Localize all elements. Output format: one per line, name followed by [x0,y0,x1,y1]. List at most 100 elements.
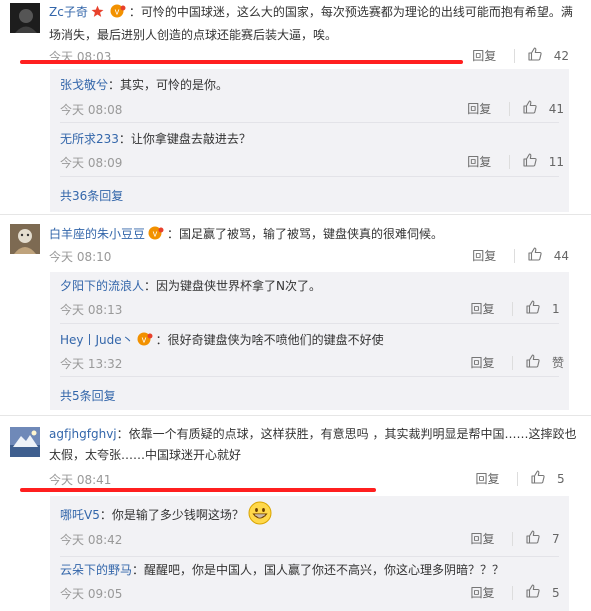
red-highlight-line [20,488,376,492]
reply-divider [60,376,559,377]
avatar-image [10,427,40,457]
like-count: 11 [548,154,564,169]
reply-meta: 今天 08:09 回复 11 [60,151,564,173]
comment-time: 今天 08:41 [49,473,112,487]
reply-meta: 今天 09:05 回复 5 [60,582,564,604]
like-count: 41 [548,101,564,116]
username-link[interactable]: 夕阳下的流浪人 [60,279,144,293]
reply-meta: 今天 13:32 回复 赞 [60,352,564,374]
reply-button[interactable]: 回复 [472,247,496,264]
reply-time: 今天 08:08 [60,103,123,117]
comment-body: ：国足赢了被骂，输了被骂，键盘侠真的很难伺候。 [167,227,444,241]
reply-time: 今天 08:09 [60,156,123,170]
username-link[interactable]: Zc子奇 [49,5,88,19]
thumbs-up-icon[interactable] [526,530,540,547]
reply-button[interactable]: 回复 [470,354,494,371]
divider [512,531,514,546]
reply-thread: 张戈敬兮：其实，可怜的是你。 今天 08:08 回复 41 无所求233：让你拿… [50,69,569,212]
reply-thread: 夕阳下的流浪人：因为键盘侠世界杯拿了N次了。 今天 08:13 回复 1 Hey… [50,272,569,410]
comment-text: agfjhgfghvj：依靠一个有质疑的点球，这样获胜，有意思吗 ，其实裁判明显… [49,424,579,466]
thumbs-up-icon[interactable] [528,247,542,264]
avatar[interactable] [10,427,40,457]
reply-time: 今天 08:13 [60,303,123,317]
reply-button[interactable]: 回复 [471,584,495,601]
reply-time: 今天 13:32 [60,357,123,371]
comment-actions: 回复 42 [472,47,569,65]
username-link[interactable]: 张戈敬兮 [60,78,108,92]
thumbs-up-icon[interactable] [526,354,540,371]
reply-body: ：其实，可怜的是你。 [108,78,229,92]
reply-meta: 今天 08:42 回复 7 [60,528,564,550]
reply-body: ：因为键盘侠世界杯拿了N次了。 [144,279,321,293]
thumbs-up-icon[interactable] [523,153,537,170]
thumbs-up-icon[interactable] [526,584,540,601]
divider [512,585,514,600]
reply-text: 张戈敬兮：其实，可怜的是你。 [60,75,540,96]
username-link[interactable]: agfjhgfghvj [49,427,117,441]
avatar[interactable] [10,3,40,33]
username-link[interactable]: Hey丨Jude丶 [60,333,134,347]
comment-text: Zc子奇 v ：可怜的中国球迷，这么大的国家，每次预选赛都为理论的出线可能而抱有希望… [49,2,579,46]
like-label[interactable]: 赞 [552,354,564,371]
reply-button[interactable]: 回复 [471,300,495,317]
reply-actions: 回复 11 [467,153,564,171]
reply-actions: 回复 5 [471,584,565,602]
username-link[interactable]: 无所求233 [60,132,119,146]
reply-body: ：你是输了多少钱啊这场？ [99,508,244,522]
like-count: 5 [552,585,560,600]
comment-body: ：依靠一个有质疑的点球，这样获胜，有意思吗 ，其实裁判明显是帮中国……这摔跤也太… [49,427,577,462]
vip-badge-icon: v [110,4,126,25]
comment-body: ：可怜的中国球迷，这么大的国家，每次预选赛都为理论的出线可能而抱有希望。满场消失… [49,5,573,42]
comment: 白羊座的朱小豆豆 v ：国足赢了被骂，输了被骂，键盘侠真的很难伺候。 今天 08:1… [0,215,591,415]
comment-text: 白羊座的朱小豆豆 v ：国足赢了被骂，输了被骂，键盘侠真的很难伺候。 [49,224,579,247]
reply-text: 无所求233：让你拿键盘去敲进去？ [60,129,540,150]
svg-text:v: v [153,229,158,239]
reply-button[interactable]: 回复 [467,153,491,170]
reply-actions: 回复 赞 [470,354,564,372]
reply-text: Hey丨Jude丶 v ：很好奇键盘侠为啥不喷他们的键盘不好使 [60,330,540,353]
like-count: 44 [553,248,569,263]
reply-button[interactable]: 回复 [472,47,496,64]
reply-divider [60,176,559,177]
thumbs-up-icon[interactable] [523,100,537,117]
username-link[interactable]: 白羊座的朱小豆豆 [49,227,145,241]
reply-body: ：让你拿键盘去敲进去？ [118,132,251,146]
reply-divider [60,556,559,557]
red-highlight-line [20,60,463,64]
more-replies-link[interactable]: 共36条回复 [60,187,123,204]
reply-meta: 今天 08:13 回复 1 [60,298,564,320]
thumbs-up-icon[interactable] [528,47,542,64]
reply-actions: 回复 41 [467,100,564,118]
reply-body: ：很好奇键盘侠为啥不喷他们的键盘不好使 [155,333,384,347]
reply-meta: 今天 08:08 回复 41 [60,98,564,120]
reply-button[interactable]: 回复 [471,530,495,547]
reply-time: 今天 08:42 [60,533,123,547]
divider [517,471,519,486]
comment-actions: 回复 5 [476,470,570,488]
divider [512,301,514,316]
reply-text: 夕阳下的流浪人：因为键盘侠世界杯拿了N次了。 [60,276,540,297]
avatar[interactable] [10,224,40,254]
thumbs-up-icon[interactable] [531,470,545,487]
more-replies-link[interactable]: 共5条回复 [60,387,116,404]
vip-badge-icon: v [137,332,153,353]
like-count: 7 [552,531,560,546]
divider [514,248,516,263]
username-link[interactable]: 云朵下的野马 [60,563,132,577]
username-link[interactable]: 哪吒V5 [60,508,100,522]
reply-divider [60,323,559,324]
reply-button[interactable]: 回复 [467,100,491,117]
thumbs-up-icon[interactable] [526,300,540,317]
avatar-image [10,224,40,254]
reply-actions: 回复 7 [471,530,565,548]
divider [512,355,514,370]
reply-body: ：醒醒吧，你是中国人，国人赢了你还不高兴，你这心理多阴暗？？？ [132,563,505,577]
comment-meta: 今天 08:41 回复 5 [49,468,579,490]
reply-time: 今天 09:05 [60,587,123,601]
reply-actions: 回复 1 [471,300,565,318]
avatar-image [10,3,40,33]
divider [514,48,516,63]
divider [509,101,511,116]
reply-button[interactable]: 回复 [476,470,500,487]
like-count: 42 [553,48,569,63]
